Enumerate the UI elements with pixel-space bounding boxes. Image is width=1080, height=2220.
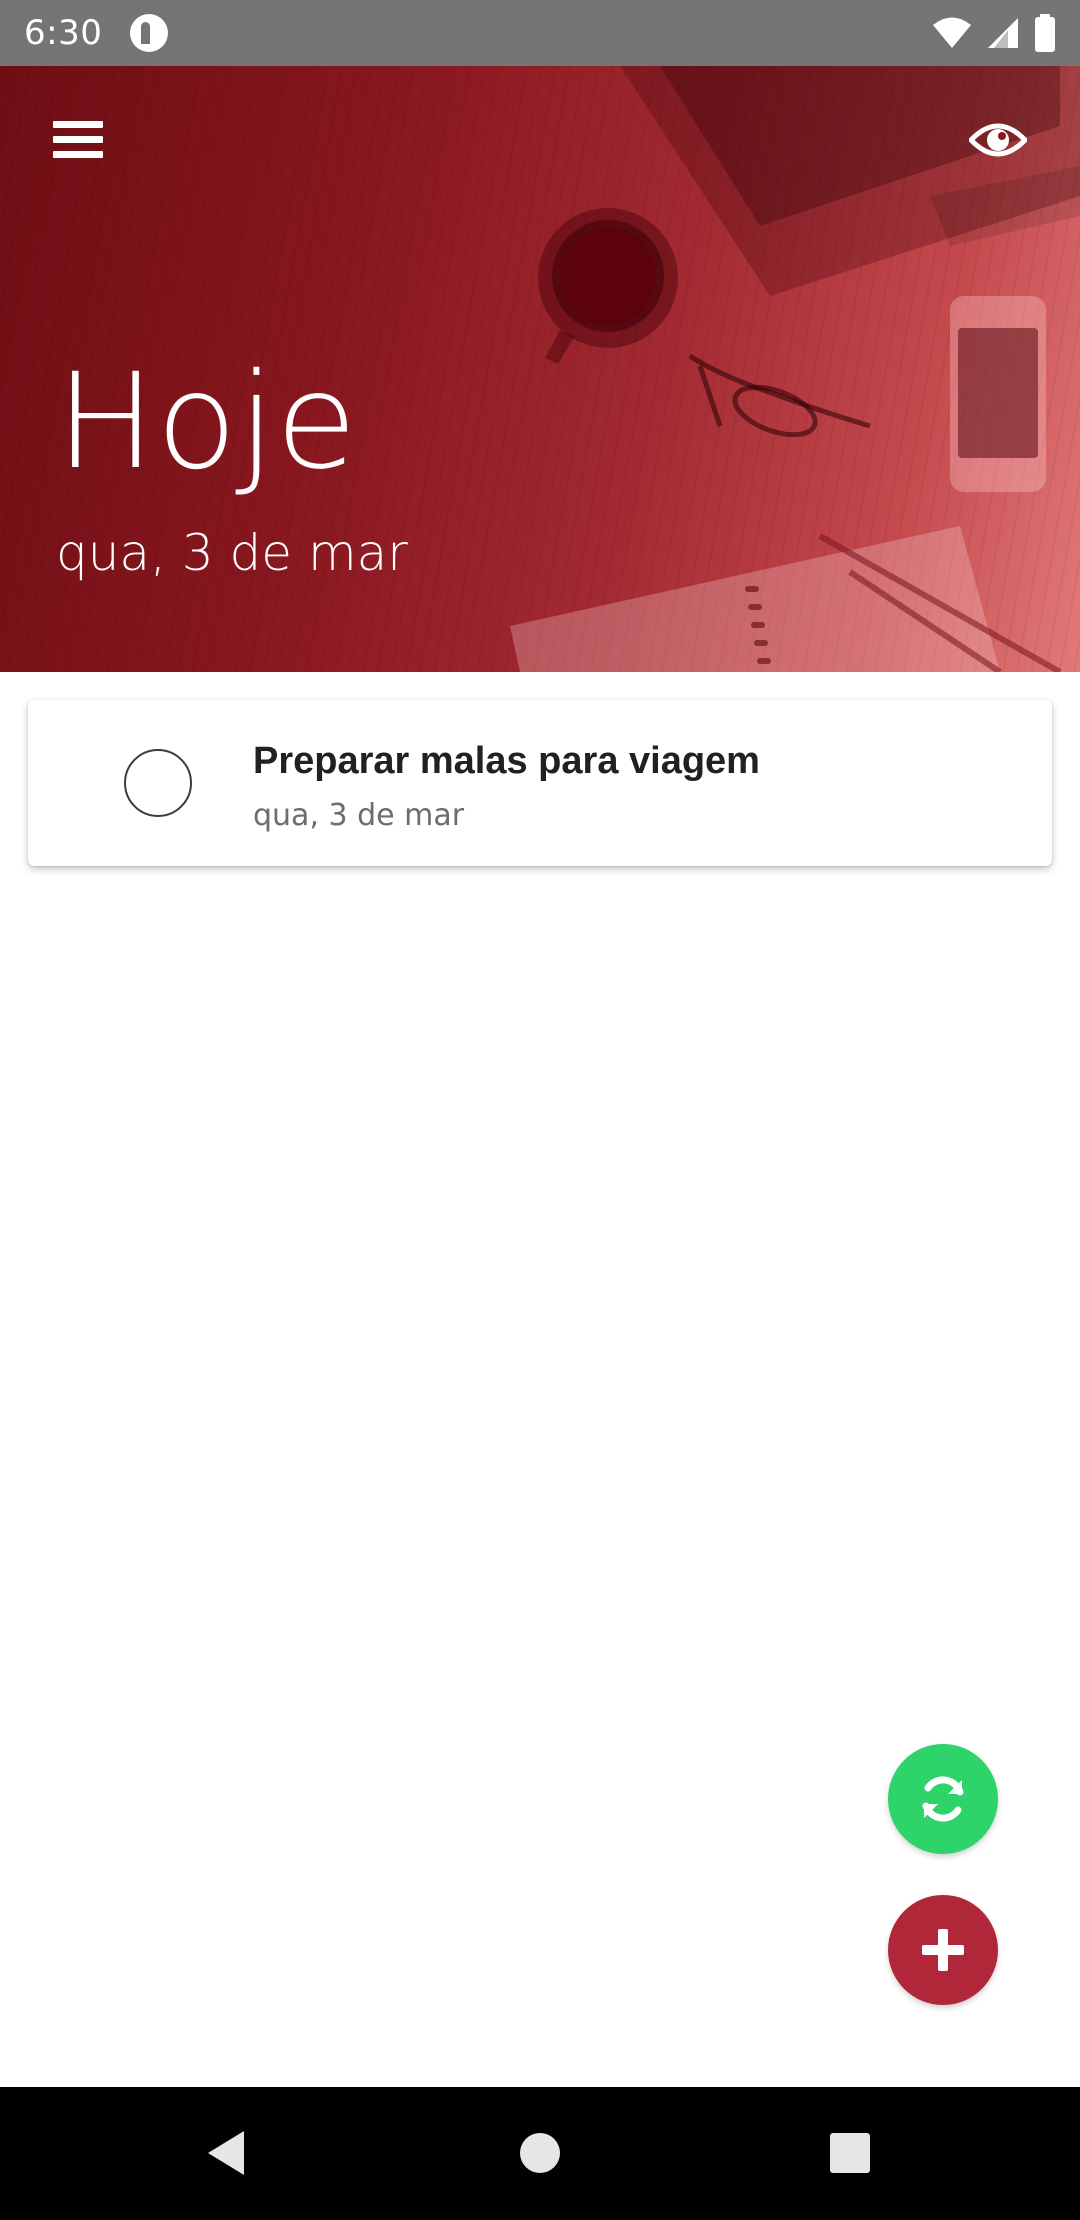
menu-button[interactable]	[40, 102, 116, 178]
cell-signal-icon	[988, 18, 1018, 48]
header-banner: Hoje qua, 3 de mar	[0, 66, 1080, 672]
recents-icon	[830, 2133, 870, 2173]
sync-button[interactable]	[888, 1744, 998, 1854]
task-title: Preparar malas para viagem	[253, 740, 760, 782]
home-button[interactable]	[500, 2113, 580, 2193]
system-nav-bar	[0, 2087, 1080, 2220]
page-title: Hoje	[56, 345, 358, 499]
recents-button[interactable]	[810, 2113, 890, 2193]
phone-graphic	[950, 296, 1046, 492]
home-icon	[520, 2133, 560, 2173]
back-button[interactable]	[186, 2113, 266, 2193]
coffee-cup-graphic	[538, 208, 678, 364]
status-icons	[932, 14, 1056, 52]
task-date: qua, 3 de mar	[253, 798, 465, 833]
status-bar: 6:30	[0, 0, 1080, 66]
glasses-graphic	[688, 353, 871, 438]
plus-icon	[922, 1929, 964, 1971]
battery-icon	[1035, 14, 1055, 52]
pencil-graphic	[818, 533, 1062, 672]
status-time: 6:30	[24, 13, 103, 53]
view-toggle-button[interactable]	[960, 102, 1036, 178]
task-card[interactable]: Preparar malas para viagem qua, 3 de mar	[28, 700, 1052, 866]
laptop-graphic	[620, 66, 1080, 296]
page-date: qua, 3 de mar	[56, 524, 408, 582]
hamburger-menu-icon	[53, 121, 103, 158]
eye-icon	[969, 123, 1027, 157]
notebook-graphic	[510, 526, 1000, 672]
back-icon	[208, 2131, 244, 2175]
sync-icon	[922, 1776, 964, 1822]
add-task-button[interactable]	[888, 1895, 998, 2005]
wifi-icon	[933, 17, 971, 48]
task-complete-checkbox[interactable]	[124, 749, 192, 817]
app-notification-icon	[130, 14, 169, 52]
